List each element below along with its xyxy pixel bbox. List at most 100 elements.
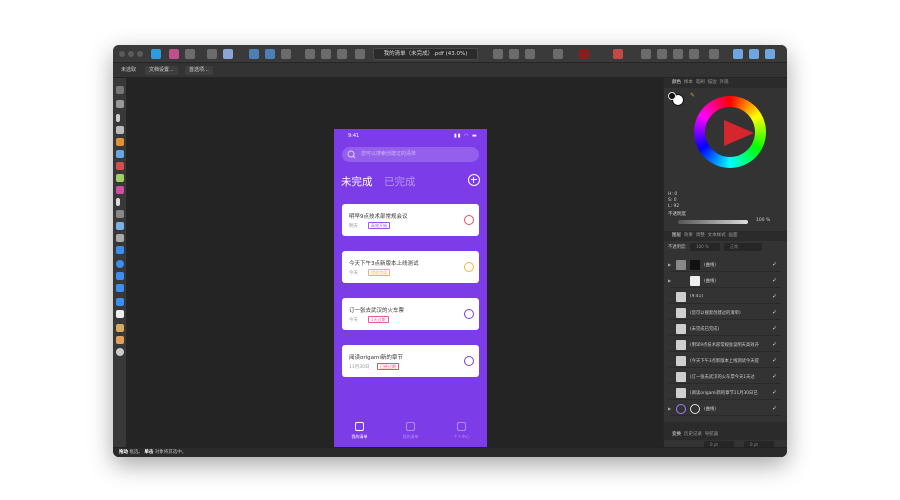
task-checkbox[interactable] — [464, 215, 474, 225]
transparency-tool-icon[interactable] — [116, 186, 124, 194]
artboard-tool-icon[interactable] — [116, 100, 124, 108]
layer-row[interactable]: (今天下午3点新版本上线测试今天提 ✓ — [670, 354, 780, 368]
boolean-intersect-icon[interactable] — [673, 49, 683, 59]
visibility-check-icon[interactable]: ✓ — [772, 341, 777, 348]
rotate-icon[interactable] — [525, 49, 535, 59]
nav-profile[interactable]: 个人中心 — [444, 422, 479, 440]
zoom-tool-icon[interactable] — [116, 348, 124, 356]
layers-panel-tabs[interactable]: 图层 效果 调整 文本样式 画面 — [664, 231, 787, 241]
nav-my-list[interactable]: 我的清单 — [342, 422, 377, 440]
eyedropper-icon[interactable]: ✎ — [690, 92, 695, 99]
brush-tool-icon[interactable] — [116, 162, 124, 170]
pencil-tool-icon[interactable] — [116, 150, 124, 158]
place-image-icon[interactable] — [116, 222, 124, 230]
tab-incomplete[interactable]: 未完成 — [341, 174, 373, 189]
distribute-icon[interactable] — [355, 49, 365, 59]
stroke-swatch[interactable] — [668, 92, 676, 100]
layer-row[interactable]: ▶ (曲线) ✓ — [668, 258, 780, 272]
blend-mode-select[interactable]: 正常 — [724, 243, 762, 251]
cloud-sync-icon[interactable] — [749, 49, 759, 59]
rounded-rect-tool-icon[interactable] — [116, 272, 124, 280]
layer-row[interactable]: (未完成已完成) ✓ — [670, 322, 780, 336]
task-card[interactable]: 订一张去武汉的火车票 今天 1天过期 — [342, 298, 479, 330]
close-window-button[interactable] — [119, 51, 125, 57]
layer-row[interactable]: (9:41) ✓ — [670, 290, 780, 304]
visibility-check-icon[interactable]: ✓ — [772, 389, 777, 396]
document-tab[interactable]: 我的清单（未完成）.pdf (43.0%) — [373, 48, 478, 60]
corner-tool-icon[interactable] — [116, 126, 124, 134]
zoom-window-button[interactable] — [137, 51, 143, 57]
align-center-icon[interactable] — [321, 49, 331, 59]
flip-horizontal-icon[interactable] — [493, 49, 503, 59]
color-pick-icon[interactable] — [613, 49, 623, 59]
layer-row[interactable]: (您可以搜索创建过的清单) ✓ — [670, 306, 780, 320]
visibility-check-icon[interactable]: ✓ — [772, 325, 777, 332]
search-bar[interactable]: 您可以搜索创建过的清单 — [342, 147, 479, 162]
color-panel-tabs[interactable]: 颜色 样本 笔刷 描边 外观 — [664, 78, 787, 88]
text-tool-icon[interactable] — [116, 310, 124, 318]
visibility-check-icon[interactable]: ✓ — [772, 357, 777, 364]
shape-tool-icon[interactable] — [116, 284, 124, 292]
share-icon[interactable] — [185, 49, 195, 59]
crop-tool-icon[interactable] — [116, 234, 124, 242]
color-triangle[interactable] — [724, 120, 754, 146]
flip-vertical-icon[interactable] — [509, 49, 519, 59]
transform-icon[interactable] — [265, 49, 275, 59]
align-right-icon[interactable] — [337, 49, 347, 59]
eraser-icon[interactable] — [116, 210, 124, 218]
rectangle-tool-icon[interactable] — [116, 246, 124, 254]
snap-icon[interactable] — [249, 49, 259, 59]
boolean-add-icon[interactable] — [641, 49, 651, 59]
align-left-icon[interactable] — [305, 49, 315, 59]
visibility-check-icon[interactable]: ✓ — [772, 293, 777, 300]
export-icon[interactable] — [765, 49, 775, 59]
expand-arrow-icon[interactable]: ▶ — [668, 262, 671, 267]
minimize-window-button[interactable] — [128, 51, 134, 57]
visibility-check-icon[interactable]: ✓ — [772, 261, 777, 268]
opacity-slider[interactable] — [678, 220, 748, 224]
settings-icon[interactable] — [207, 49, 217, 59]
layer-opacity-field[interactable]: 100 % — [690, 243, 720, 251]
task-checkbox[interactable] — [464, 356, 474, 366]
tab-complete[interactable]: 已完成 — [384, 174, 416, 189]
add-task-icon[interactable] — [468, 174, 480, 186]
artboard-phone[interactable]: 9:41 ▮▮ ◠ ▬ 您可以搜索创建过的清单 未完成 已完成 明早9点技术部常… — [334, 129, 487, 457]
visibility-check-icon[interactable]: ✓ — [772, 277, 777, 284]
assistant-icon[interactable] — [223, 49, 233, 59]
pen-tool-icon[interactable] — [116, 138, 124, 146]
task-checkbox[interactable] — [464, 309, 474, 319]
layer-row[interactable]: (明早9点技术部常规会议明天高效开 ✓ — [670, 338, 780, 352]
visibility-check-icon[interactable]: ✓ — [772, 405, 777, 412]
node-tool-icon[interactable] — [116, 114, 120, 122]
boolean-divide-icon[interactable] — [709, 49, 719, 59]
opacity-value[interactable]: 100 % — [756, 218, 770, 223]
color-picker-icon[interactable] — [116, 198, 120, 206]
designer-persona-icon[interactable] — [151, 49, 161, 59]
expand-arrow-icon[interactable]: ▶ — [668, 406, 671, 411]
document-setup-button[interactable]: 文档设置... — [145, 66, 178, 75]
visibility-check-icon[interactable]: ✓ — [772, 309, 777, 316]
ellipse-tool-icon[interactable] — [116, 260, 124, 268]
cloud-icon[interactable] — [733, 49, 743, 59]
task-checkbox[interactable] — [464, 262, 474, 272]
pixel-persona-icon[interactable] — [169, 49, 179, 59]
color-wheel[interactable] — [694, 96, 766, 168]
layer-row[interactable]: ▶ (曲线) ✓ — [668, 274, 780, 288]
boolean-xor-icon[interactable] — [689, 49, 699, 59]
view-mode-icon[interactable] — [579, 49, 589, 59]
preferences-button[interactable]: 首选项... — [185, 66, 213, 75]
expand-arrow-icon[interactable]: ▶ — [668, 278, 671, 283]
transform-panel-tabs[interactable]: 变换 历史记录 导航器 — [664, 430, 787, 440]
arrange-icon[interactable] — [281, 49, 291, 59]
triangle-tool-icon[interactable] — [116, 298, 124, 306]
boolean-subtract-icon[interactable] — [657, 49, 667, 59]
task-card[interactable]: 明早9点技术部常规会议 明天 高效开始 — [342, 204, 479, 236]
layer-row[interactable]: (阅读origami新的章节11月30日已 ✓ — [670, 386, 780, 400]
task-card[interactable]: 今天下午3点新版本上线测试 今天 提前完成 — [342, 251, 479, 283]
hand-tool-icon[interactable] — [116, 336, 124, 344]
layer-row[interactable]: ▶ (曲线) ✓ — [668, 402, 780, 416]
fill-tool-icon[interactable] — [116, 174, 124, 182]
move-tool-icon[interactable] — [116, 86, 124, 94]
grid-icon[interactable] — [553, 49, 563, 59]
vector-crop-icon[interactable] — [116, 324, 124, 332]
